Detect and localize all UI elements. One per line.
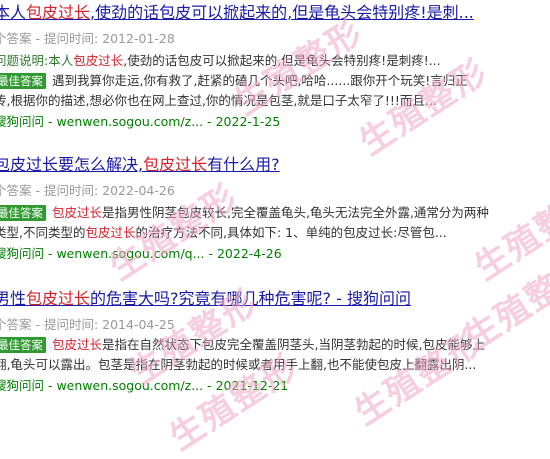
result-meta: 个答案 - 提问时间: 2012-01-28: [0, 31, 175, 46]
title-text: 男性: [0, 289, 27, 308]
snippet-text: 遇到我算你走运,你有救了,赶紧的磕几个头吧,哈哈......跟你开个玩笑!言归正: [52, 73, 468, 88]
best-answer-badge: 最佳答案: [0, 73, 46, 89]
question-description: 问题说明:本人包皮过长,使劲的话包皮可以掀起来的,但是龟头会特别疼!是刺疼!..…: [0, 52, 441, 70]
title-keyword: 包皮过长: [26, 3, 91, 22]
snippet-keyword: 包皮过长: [52, 205, 103, 220]
best-answer-badge: 最佳答案: [0, 337, 46, 353]
best-answer-line: 最佳答案 包皮过长是指在自然状态下包皮完全覆盖阴茎头,当阴茎勃起的时候,包皮能够上: [0, 336, 485, 354]
watermark-text: 生殖整形: [347, 321, 491, 434]
snippet-keyword: 包皮过长: [73, 53, 124, 68]
best-answer-line: 最佳答案 遇到我算你走运,你有救了,赶紧的磕几个头吧,哈哈......跟你开个玩笑…: [0, 72, 468, 90]
result-title-link[interactable]: 包皮过长要怎么解决,包皮过长有什么用?: [0, 154, 280, 176]
result-meta: 个答案 - 提问时间: 2022-04-26: [0, 183, 175, 198]
title-text: 的危害大吗?究竟有哪几种危害呢? - 搜狗问问: [90, 289, 411, 308]
best-answer-line: 最佳答案 包皮过长是指男性阴茎包皮较长,完全覆盖龟头,龟头无法完全外露,通常分为两…: [0, 204, 489, 222]
snippet-text: 类型,不同类型的: [0, 225, 86, 240]
title-text: 包皮过长要怎么解决,: [0, 155, 144, 174]
result-source-link[interactable]: 搜狗问问 - wenwen.sogou.com/z... - 2022-1-25: [0, 113, 280, 131]
watermark-text: 生殖整形: [467, 176, 550, 289]
result-meta: 个答案 - 提问时间: 2014-04-25: [0, 317, 175, 332]
snippet-text: 是指在自然状态下包皮完全覆盖阴茎头,当阴茎勃起的时候,包皮能够上: [102, 337, 485, 352]
result-title-link[interactable]: 本人包皮过长,使劲的话包皮可以掀起来的,但是龟头会特别疼!是刺...: [0, 2, 474, 24]
result-title-link[interactable]: 男性包皮过长的危害大吗?究竟有哪几种危害呢? - 搜狗问问: [0, 288, 411, 310]
title-text: 本人: [0, 3, 27, 22]
title-text: ,使劲的话包皮可以掀起来的,但是龟头会特别疼!是刺...: [90, 3, 474, 22]
snippet-line: 翻,龟头可以露出。包茎是指在阴茎勃起的时候或者用手上翻,也不能使包皮上翻露出阴.…: [0, 357, 477, 372]
result-source-link[interactable]: 搜狗问问 - wenwen.sogou.com/q... - 2022-4-26: [0, 245, 282, 263]
snippet-text: ,使劲的话包皮可以掀起来的,但是龟头会特别疼!是刺疼!...: [123, 53, 441, 68]
snippet-text: 的治疗方法不同,具体如下: 1、单纯的包皮过长:尽管包...: [135, 225, 447, 240]
snippet-line: 传,根据你的描述,想必你也在网上查过,你的情况是包茎,就是口子太窄了!!!而且.…: [0, 93, 437, 108]
question-label: 问题说明:本人: [0, 53, 74, 68]
title-keyword: 包皮过长: [143, 155, 208, 174]
title-keyword: 包皮过长: [26, 289, 91, 308]
title-text: 有什么用?: [207, 155, 280, 174]
snippet-keyword: 包皮过长: [85, 225, 136, 240]
best-answer-badge: 最佳答案: [0, 205, 46, 221]
snippet-keyword: 包皮过长: [52, 337, 103, 352]
snippet-text: 是指男性阴茎包皮较长,完全覆盖龟头,龟头无法完全外露,通常分为两种: [102, 205, 489, 220]
result-source-link[interactable]: 搜狗问问 - wenwen.sogou.com/z... - 2021-12-2…: [0, 377, 288, 395]
snippet-line: 类型,不同类型的包皮过长的治疗方法不同,具体如下: 1、单纯的包皮过长:尽管包.…: [0, 224, 447, 242]
